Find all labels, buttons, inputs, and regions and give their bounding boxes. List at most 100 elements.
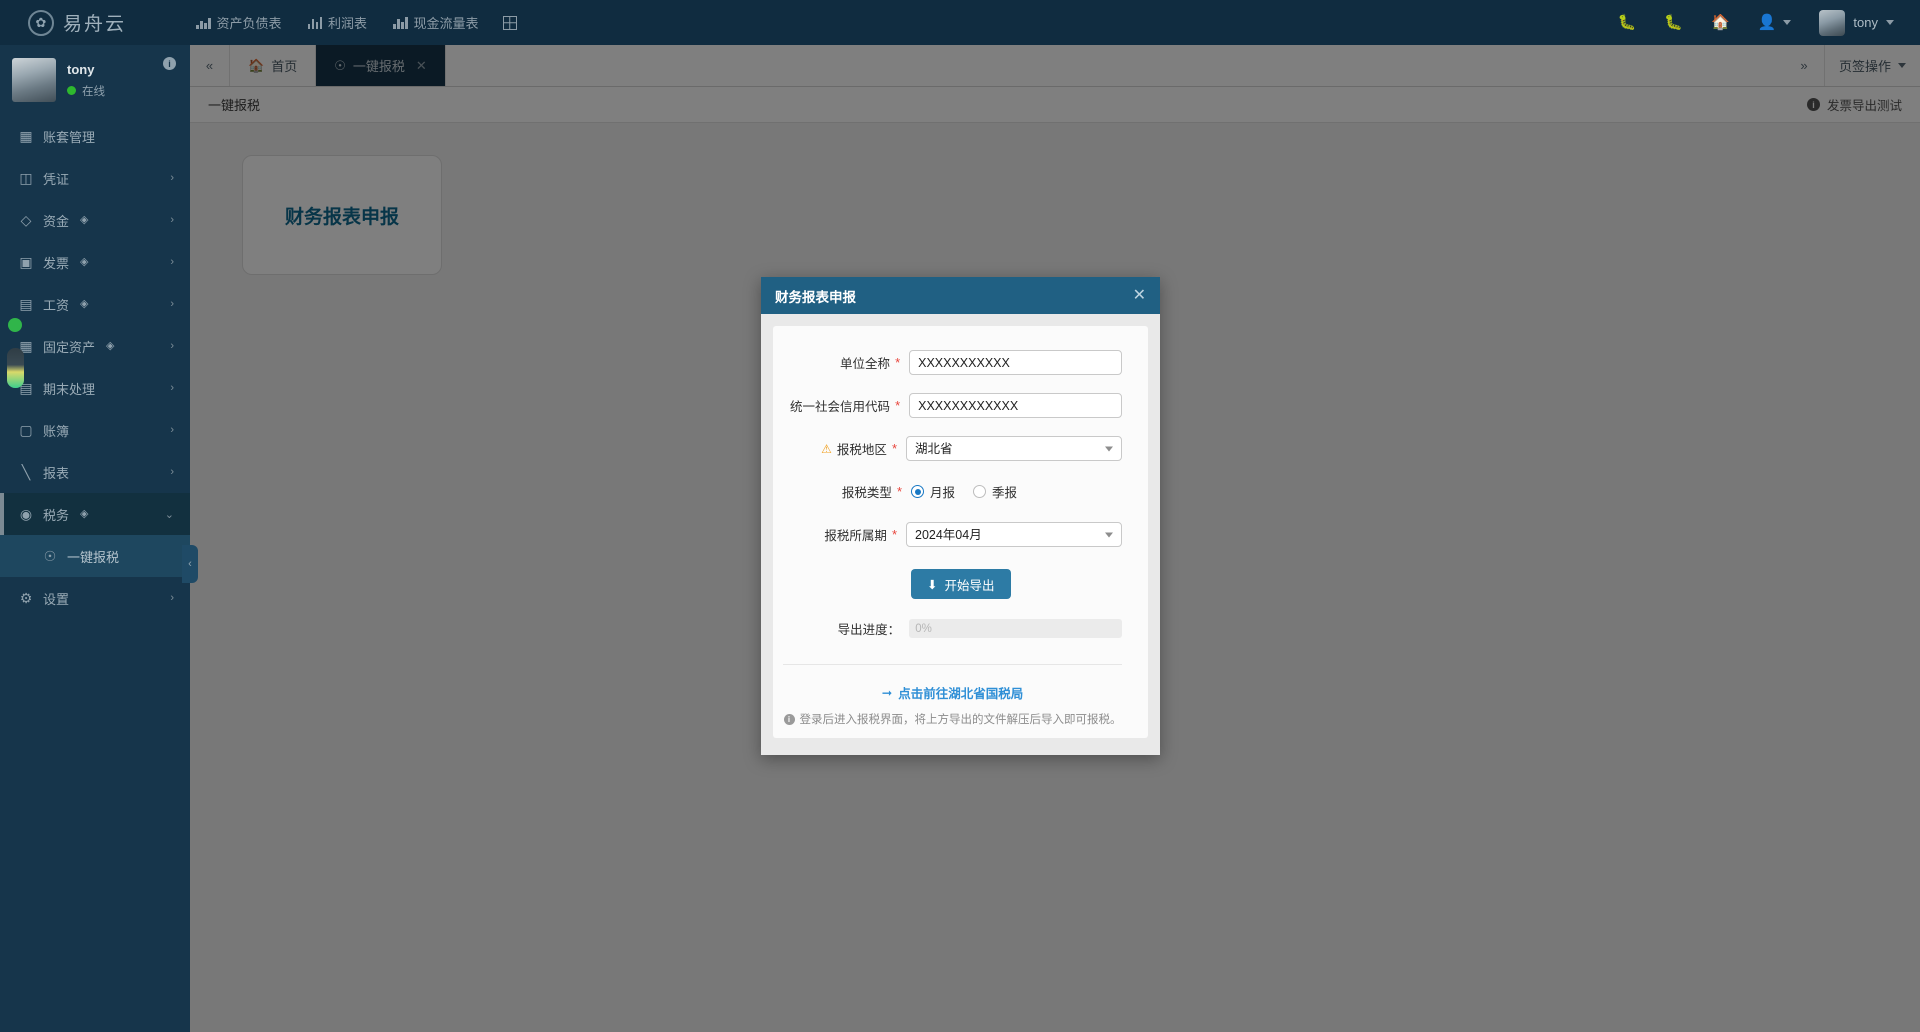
bug-icon[interactable]: 🐛 [1664, 15, 1683, 30]
sidebar-item-vouchers[interactable]: ◫ 凭证 › [0, 157, 190, 199]
funds-icon: ◇ [20, 212, 32, 228]
label-text: 报税所属期 [824, 529, 887, 543]
sidebar-item-label: 凭证 [43, 171, 70, 187]
tax-type-radio-group: 月报 季报 [911, 479, 1017, 504]
label-text: 报税地区 [836, 443, 887, 457]
username-label: tony [1853, 15, 1878, 30]
sidebar-item-payroll[interactable]: ▤ 工资 ◈ › [0, 283, 190, 325]
gem-icon: ◈ [80, 297, 89, 310]
sidebar-nav: ▦ 账套管理 ◫ 凭证 › ◇ 资金 ◈ › ▣ 发票 ◈ › ▤ 工资 ◈ ›… [0, 115, 190, 619]
field-credit-code: 统一社会信用代码 * [783, 393, 1122, 418]
brand[interactable]: ✿ 易舟云 [0, 0, 190, 45]
chevron-right-icon: › [170, 298, 174, 310]
bar-chart-icon [307, 16, 323, 29]
sidebar-item-period-end[interactable]: ▤ 期末处理 › [0, 367, 190, 409]
sidebar-profile[interactable]: tony 在线 i [0, 51, 190, 109]
arrow-right-icon: ➞ [881, 686, 893, 700]
start-export-label: 开始导出 [944, 578, 995, 593]
topnav-label: 现金流量表 [413, 16, 479, 31]
chevron-right-icon: › [170, 424, 174, 436]
start-export-button[interactable]: ⬇ 开始导出 [911, 569, 1011, 599]
info-icon: i [783, 713, 795, 725]
sidebar-item-invoices[interactable]: ▣ 发票 ◈ › [0, 241, 190, 283]
chevron-right-icon: › [170, 382, 174, 394]
label-text: 报税类型 [841, 486, 892, 500]
top-header: ✿ 易舟云 资产负债表 利润表 现金流量表 🐛 🐛 🏠 👤 tony [0, 0, 1920, 45]
footer-note-label: 登录后进入报税界面，将上方导出的文件解压后导入即可报税。 [799, 714, 1122, 726]
user-switch-icon[interactable]: 👤 [1758, 15, 1792, 30]
sidebar-item-fixed-assets[interactable]: ▦ 固定资产 ◈ › [0, 325, 190, 367]
floating-status-dot-icon [8, 318, 22, 332]
sidebar-collapse-handle[interactable]: ‹ [182, 545, 198, 583]
tax-period-select[interactable]: 2024年04月 [906, 522, 1122, 547]
radio-quarterly[interactable]: 季报 [973, 482, 1017, 501]
radio-monthly[interactable]: 月报 [911, 482, 955, 501]
topnav-cashflow-statement[interactable]: 现金流量表 [391, 9, 481, 36]
book-icon: ▦ [19, 128, 33, 144]
company-name-input[interactable] [909, 350, 1122, 375]
chevron-right-icon: › [170, 466, 174, 478]
user-menu[interactable]: tony [1819, 9, 1894, 36]
required-asterisk-icon: * [891, 441, 897, 456]
sidebar-item-label: 账簿 [43, 423, 70, 439]
sidebar-item-reports[interactable]: ╲ 报表 › [0, 451, 190, 493]
sidebar-item-label: 资金 [43, 213, 70, 229]
chevron-down-icon [1783, 20, 1792, 25]
bar-chart-icon [393, 16, 408, 29]
tax-region-select[interactable]: 湖北省 [906, 436, 1122, 461]
avatar [1819, 9, 1846, 36]
gem-icon: ◈ [80, 255, 89, 268]
label-text: 统一社会信用代码 [790, 400, 891, 414]
sidebar-item-account-sets[interactable]: ▦ 账套管理 [0, 115, 190, 157]
voucher-icon: ◫ [19, 170, 33, 186]
tax-icon: ◉ [19, 506, 33, 522]
radio-label: 季报 [992, 486, 1018, 500]
dialog-header: 财务报表申报 ✕ [761, 277, 1160, 314]
topnav-income-statement[interactable]: 利润表 [306, 9, 370, 36]
chevron-right-icon: › [170, 592, 174, 604]
sidebar-item-label: 期末处理 [43, 381, 96, 397]
tax-sub-icon: ☉ [43, 548, 57, 564]
gem-icon: ◈ [106, 339, 115, 352]
chevron-down-icon: ⌄ [164, 508, 174, 521]
online-dot-icon [67, 86, 76, 95]
sidebar-subitem-one-click-tax[interactable]: ☉ 一键报税 [0, 535, 190, 577]
top-nav: 资产负债表 利润表 现金流量表 [194, 9, 517, 36]
required-asterisk-icon: * [895, 355, 901, 370]
grid-icon[interactable] [502, 15, 517, 30]
sidebar-item-label: 发票 [43, 255, 70, 271]
export-progress-value: 0% [915, 622, 932, 635]
top-right-actions: 🐛 🐛 🏠 👤 tony [1618, 9, 1920, 36]
sidebar-item-tax[interactable]: ◉ 税务 ◈ ⌄ [0, 493, 190, 535]
close-icon[interactable]: ✕ [1133, 287, 1146, 304]
field-tax-region: ⚠ 报税地区 * 湖北省 [783, 436, 1122, 461]
sidebar-item-label: 设置 [43, 591, 70, 607]
bug-icon[interactable]: 🐛 [1618, 15, 1637, 30]
chart-area-icon [196, 17, 211, 29]
download-icon: ⬇ [927, 577, 938, 592]
topnav-balance-sheet[interactable]: 资产负债表 [194, 9, 284, 36]
chevron-right-icon: › [170, 256, 174, 268]
info-icon[interactable]: i [163, 57, 176, 70]
home-icon[interactable]: 🏠 [1711, 15, 1730, 30]
sidebar-item-ledgers[interactable]: ▢ 账簿 › [0, 409, 190, 451]
radio-label: 月报 [930, 486, 956, 500]
field-tax-period: 报税所属期 * 2024年04月 [783, 522, 1122, 547]
credit-code-input[interactable] [909, 393, 1122, 418]
tax-bureau-link-label: 点击前往湖北省国税局 [898, 687, 1024, 701]
chevron-right-icon: › [170, 172, 174, 184]
tax-type-label: 报税类型 * [783, 482, 911, 501]
chevron-right-icon: › [170, 214, 174, 226]
company-name-label: 单位全称 * [783, 353, 909, 372]
status-label: 在线 [82, 85, 105, 98]
brand-logo-icon: ✿ [28, 9, 54, 36]
sidebar-item-funds[interactable]: ◇ 资金 ◈ › [0, 199, 190, 241]
tax-period-label: 报税所属期 * [783, 525, 906, 544]
dialog-footer: ➞ 点击前往湖北省国税局 i 登录后进入报税界面，将上方导出的文件解压后导入即可… [783, 664, 1122, 727]
financial-report-filing-dialog: 财务报表申报 ✕ 单位全称 * 统一社会信用代码 * ⚠ 报税地区 * [761, 277, 1160, 755]
sidebar-item-settings[interactable]: ⚙ 设置 › [0, 577, 190, 619]
tax-bureau-link[interactable]: ➞ 点击前往湖北省国税局 [783, 683, 1122, 702]
tax-region-select-wrap: 湖北省 [906, 436, 1122, 461]
topnav-label: 利润表 [328, 16, 368, 31]
export-progress-label: 导出进度： [837, 623, 901, 637]
